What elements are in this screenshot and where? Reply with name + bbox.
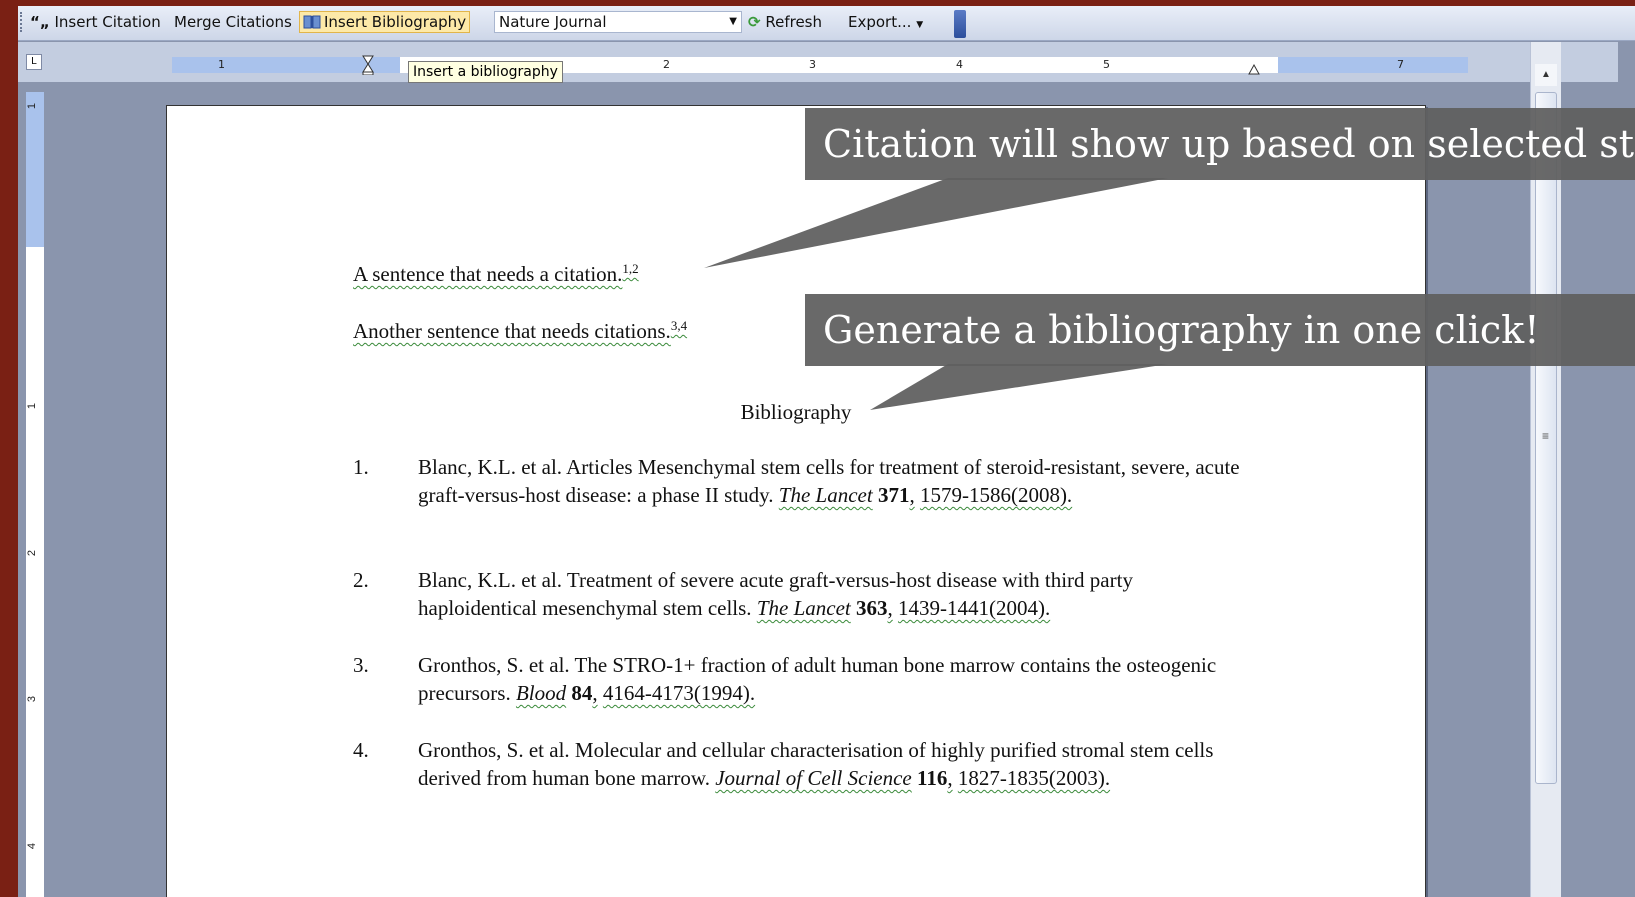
citation-callout-text: Citation will show up based on selected … (823, 122, 1635, 166)
bibliography-callout-text: Generate a bibliography in one click! (823, 308, 1540, 352)
bibliography-callout-pointer (870, 364, 1168, 410)
word-window: “„ Insert Citation Merge Citations Inser… (18, 6, 1635, 897)
citation-callout: Citation will show up based on selected … (805, 108, 1635, 180)
citation-callout-pointer (704, 178, 1168, 268)
bibliography-callout: Generate a bibliography in one click! (805, 294, 1635, 366)
